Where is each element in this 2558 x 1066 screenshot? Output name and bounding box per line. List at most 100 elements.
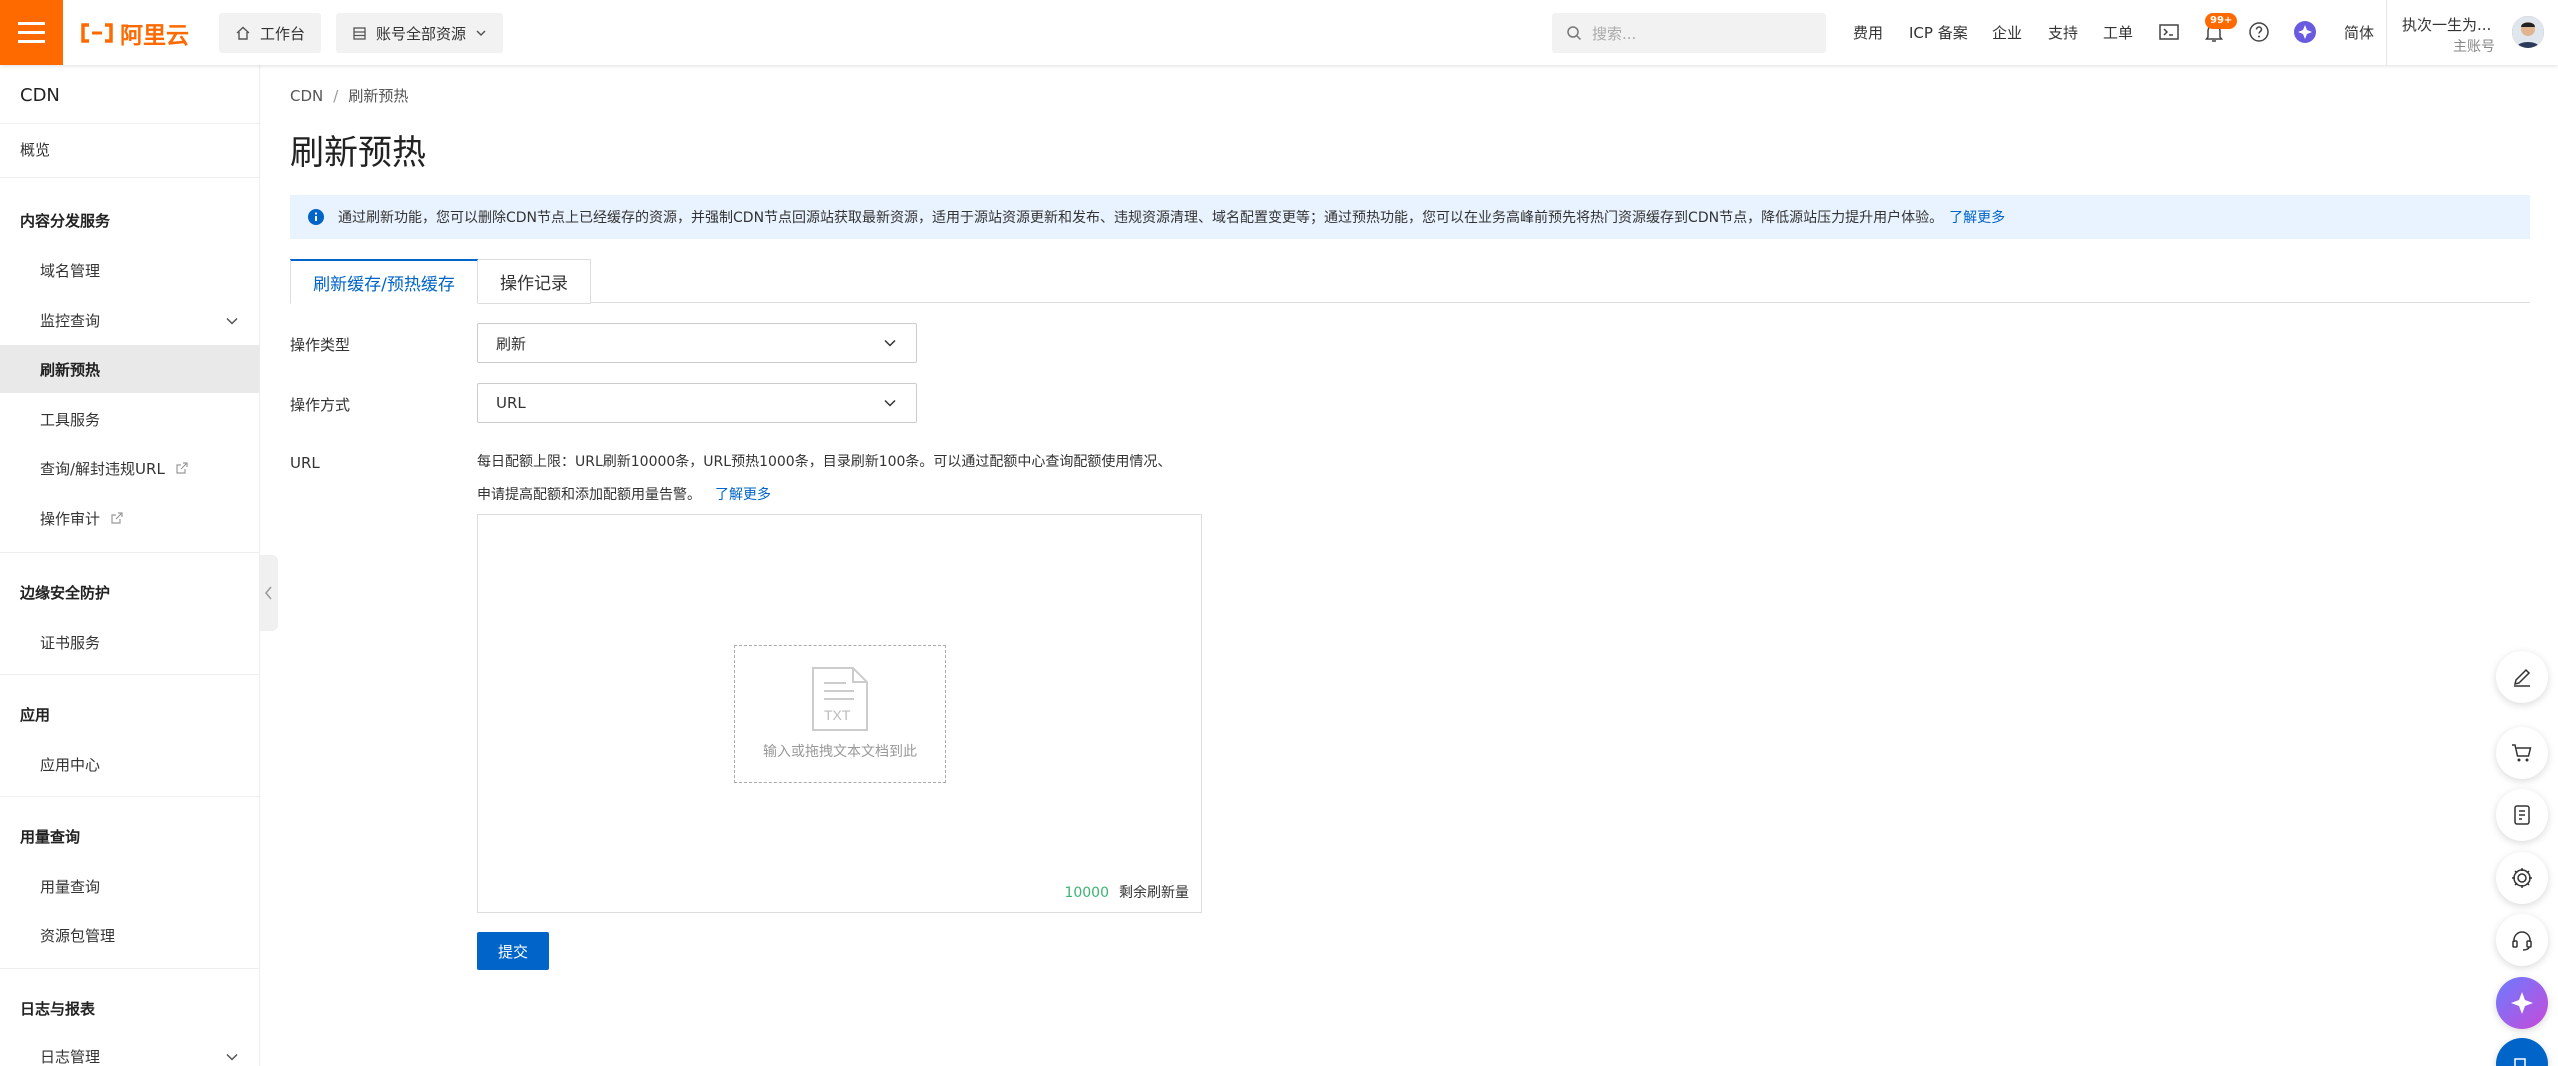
chevron-down-icon: [226, 317, 238, 325]
submit-button[interactable]: 提交: [477, 932, 549, 970]
top-bar: 阿里云 工作台 账号全部资源 搜索... 费用 ICP 备案 企业 支持 工单 …: [0, 0, 2558, 65]
sidebar-item-label: 概览: [20, 140, 51, 159]
quota-learn-more-link[interactable]: 了解更多: [715, 487, 771, 503]
sidebar-item-label: 操作审计: [40, 509, 101, 528]
txt-file-icon: TXT: [812, 667, 868, 731]
ai-assistant-icon[interactable]: [2291, 18, 2319, 46]
nav-enterprise[interactable]: 企业: [1992, 22, 2022, 43]
notice-learn-more-link[interactable]: 了解更多: [1949, 210, 2005, 226]
resources-label: 账号全部资源: [376, 24, 467, 43]
account-name: 执次一生为...: [2402, 16, 2492, 34]
op-mode-value: URL: [496, 394, 526, 412]
sidebar-item-log-mgmt[interactable]: 日志管理: [0, 1032, 260, 1066]
tab-operation-records[interactable]: 操作记录: [478, 259, 591, 304]
ai-spark-icon: [2511, 992, 2533, 1014]
sidebar-collapse-handle[interactable]: [260, 555, 278, 631]
sidebar-group-edge: 边缘安全防护: [20, 584, 111, 602]
url-textarea[interactable]: TXT 输入或拖拽文本文档到此 10000 剩余刷新量: [477, 514, 1202, 913]
nav-support[interactable]: 支持: [2048, 22, 2078, 43]
sidebar-group-usage: 用量查询: [20, 828, 81, 846]
sidebar-item-domain[interactable]: 域名管理: [0, 246, 260, 294]
list-icon: [353, 26, 366, 40]
sidebar-group-content: 内容分发服务: [20, 212, 111, 230]
op-mode-select[interactable]: URL: [477, 383, 917, 423]
chevron-down-icon: [884, 339, 896, 347]
sidebar-item-label: 刷新预热: [40, 360, 101, 379]
sidebar-item-violation[interactable]: 查询/解封违规URL: [0, 444, 260, 492]
aliyun-logo-icon: [81, 23, 113, 43]
sidebar-item-label: 证书服务: [40, 633, 101, 652]
settings-float-button[interactable]: [2496, 852, 2548, 904]
sidebar-item-label: 日志管理: [40, 1047, 101, 1066]
sidebar-item-overview[interactable]: 概览: [0, 125, 260, 173]
quota-hint-line2: 申请提高配额和添加配额用量告警。 了解更多: [477, 487, 771, 503]
op-type-value: 刷新: [496, 334, 527, 353]
avatar: [2512, 16, 2544, 48]
info-notice: 通过刷新功能，您可以删除CDN节点上已经缓存的资源，并强制CDN节点回源站获取最…: [290, 195, 2530, 239]
sidebar-item-refresh[interactable]: 刷新预热: [0, 345, 260, 393]
nav-icp[interactable]: ICP 备案: [1909, 22, 1968, 43]
sidebar-item-audit[interactable]: 操作审计: [0, 494, 260, 542]
breadcrumb-cdn[interactable]: CDN: [290, 87, 323, 105]
sidebar-item-label: 监控查询: [40, 311, 101, 330]
help-icon[interactable]: [2245, 18, 2273, 46]
edit-float-button[interactable]: [2496, 651, 2548, 703]
search-icon: [1567, 26, 1582, 41]
op-type-select[interactable]: 刷新: [477, 323, 917, 363]
tab-refresh-preheat[interactable]: 刷新缓存/预热缓存: [290, 259, 478, 304]
sidebar-item-app-center[interactable]: 应用中心: [0, 740, 260, 788]
drop-zone-text: 输入或拖拽文本文档到此: [763, 744, 917, 760]
workbench-label: 工作台: [260, 24, 306, 43]
menu-icon[interactable]: [0, 0, 63, 65]
nav-ticket[interactable]: 工单: [2103, 22, 2133, 43]
terminal-icon[interactable]: [2155, 18, 2183, 46]
svg-text:TXT: TXT: [824, 707, 851, 723]
chevron-left-icon: [265, 586, 272, 600]
sidebar-item-label: 应用中心: [40, 755, 101, 774]
sidebar-group-app: 应用: [20, 706, 51, 724]
divider: [0, 123, 260, 124]
sidebar-item-monitor[interactable]: 监控查询: [0, 296, 260, 344]
support-float-button[interactable]: [2496, 914, 2548, 966]
nav-fees[interactable]: 费用: [1853, 22, 1883, 43]
notice-text: 通过刷新功能，您可以删除CDN节点上已经缓存的资源，并强制CDN节点回源站获取最…: [338, 210, 2006, 226]
file-drop-zone[interactable]: TXT 输入或拖拽文本文档到此: [734, 645, 946, 783]
op-mode-label: 操作方式: [290, 396, 351, 414]
sidebar-item-package[interactable]: 资源包管理: [0, 911, 260, 959]
search-input[interactable]: 搜索...: [1552, 13, 1826, 53]
sidebar-item-cert[interactable]: 证书服务: [0, 618, 260, 666]
language-switch[interactable]: 简体: [2344, 22, 2374, 43]
remaining-counter: 10000 剩余刷新量: [1064, 882, 1189, 902]
cart-float-button[interactable]: [2496, 727, 2548, 779]
resources-dropdown[interactable]: 账号全部资源: [336, 13, 504, 53]
account-menu[interactable]: 执次一生为... 主账号: [2386, 0, 2558, 65]
app-float-button[interactable]: [2496, 789, 2548, 841]
external-link-icon: [176, 462, 188, 474]
feedback-float-button[interactable]: [2496, 1038, 2548, 1066]
url-label: URL: [290, 454, 320, 472]
sidebar-item-label: 工具服务: [40, 410, 101, 429]
logo-text: 阿里云: [120, 23, 189, 49]
divider: [0, 968, 260, 969]
chevron-down-icon: [476, 30, 486, 37]
divider: [0, 552, 260, 553]
aliyun-logo[interactable]: 阿里云: [80, 18, 189, 49]
quota-hint-line1: 每日配额上限：URL刷新10000条，URL预热1000条，目录刷新100条。可…: [477, 454, 1172, 470]
breadcrumb: CDN / 刷新预热: [290, 87, 409, 105]
sidebar-item-label: 资源包管理: [40, 926, 116, 945]
feedback-icon: [2514, 1058, 2526, 1066]
remaining-label: 剩余刷新量: [1119, 885, 1189, 901]
sidebar: CDN 概览 内容分发服务 域名管理 监控查询 刷新预热 工具服务 查询/解封违…: [0, 65, 260, 1066]
chevron-down-icon: [884, 399, 896, 407]
headset-icon: [2512, 931, 2532, 951]
app-icon: [2514, 805, 2530, 825]
cart-icon: [2512, 744, 2532, 762]
divider: [0, 796, 260, 797]
ai-float-button[interactable]: [2496, 977, 2548, 1029]
sidebar-item-tools[interactable]: 工具服务: [0, 395, 260, 443]
info-icon: [308, 209, 324, 225]
pencil-icon: [2513, 668, 2531, 687]
workbench-button[interactable]: 工作台: [219, 13, 322, 53]
message-badge: 99+: [2205, 13, 2238, 29]
sidebar-item-usage-query[interactable]: 用量查询: [0, 862, 260, 910]
